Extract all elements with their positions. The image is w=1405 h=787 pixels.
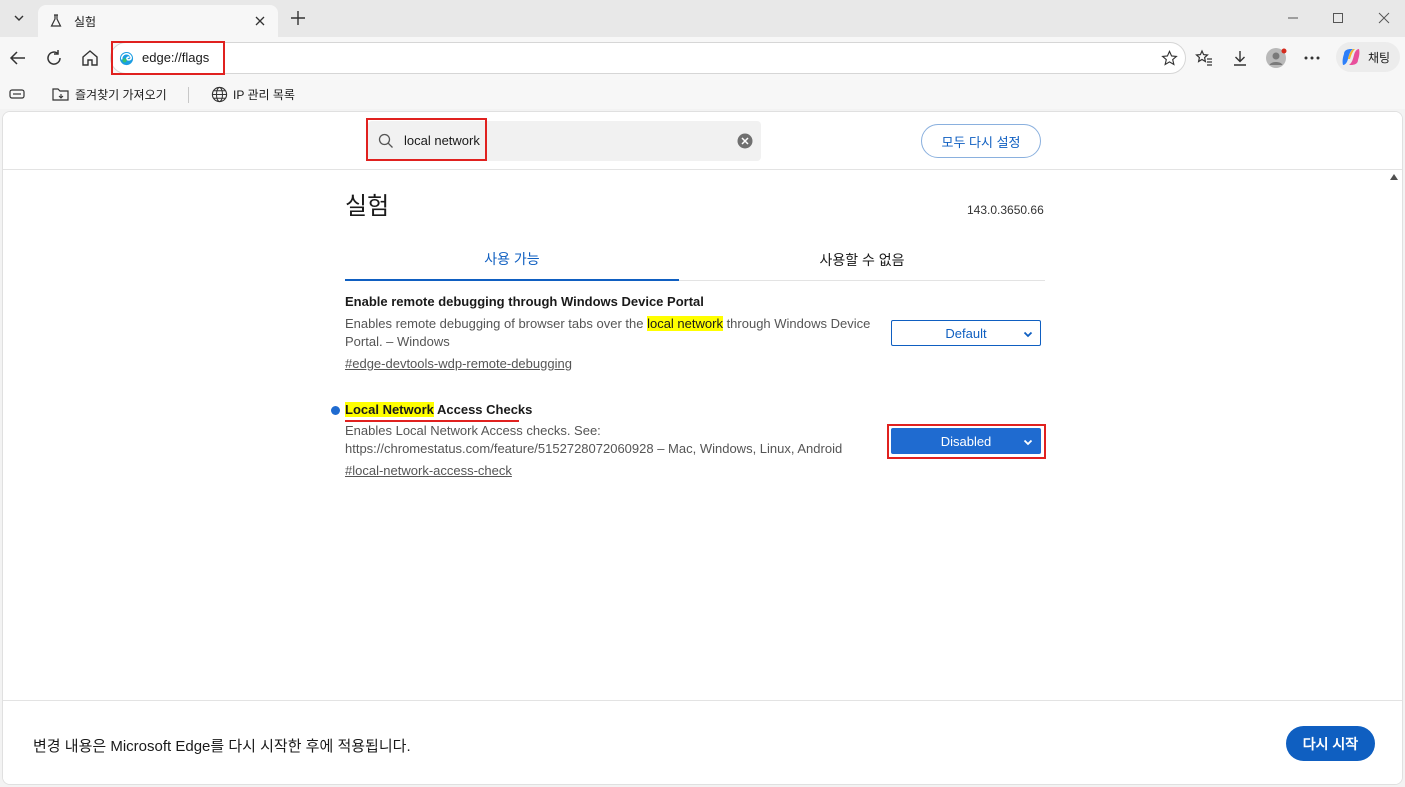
folder-import-icon xyxy=(52,85,70,103)
profile-avatar-icon[interactable] xyxy=(1262,44,1290,72)
address-bar-highlight-box xyxy=(111,41,225,75)
address-bar[interactable]: edge://flags xyxy=(110,42,1186,74)
page-title: 실험 xyxy=(345,193,390,220)
reset-all-button[interactable]: 모두 다시 설정 xyxy=(921,124,1041,158)
minimize-icon[interactable] xyxy=(1281,6,1305,30)
refresh-icon[interactable] xyxy=(40,44,68,72)
flag-description-text: Enables remote debugging of browser tabs… xyxy=(345,316,648,331)
tab-actions-icon[interactable] xyxy=(8,84,31,104)
more-options-icon[interactable] xyxy=(1298,44,1326,72)
new-tab-plus-icon[interactable] xyxy=(286,6,310,30)
tab-actions-chevron-icon[interactable] xyxy=(6,6,32,30)
chevron-down-icon xyxy=(1023,331,1033,338)
copilot-icon xyxy=(1342,49,1360,65)
home-icon[interactable] xyxy=(76,44,104,72)
restart-button[interactable]: 다시 시작 xyxy=(1286,726,1375,761)
clear-search-icon[interactable] xyxy=(737,133,753,149)
flag-description: Enables Local Network Access checks. See… xyxy=(345,423,843,456)
select-highlight-box xyxy=(887,424,1046,459)
tab-strip: 실험 xyxy=(0,0,1405,37)
restart-message: 변경 내용은 Microsoft Edge를 다시 시작한 후에 적용됩니다. xyxy=(33,738,411,755)
flag-state-select[interactable]: Default xyxy=(891,320,1041,346)
maximize-icon[interactable] xyxy=(1326,6,1350,30)
favorites-import-link[interactable]: 즐겨찾기 가져오기 xyxy=(52,84,167,104)
ip-list-label: IP 관리 목록 xyxy=(233,87,295,102)
restart-footer: 변경 내용은 Microsoft Edge를 다시 시작한 후에 적용됩니다. … xyxy=(3,700,1402,784)
favorites-separator xyxy=(188,87,189,103)
favorite-star-icon[interactable] xyxy=(1159,48,1179,68)
back-arrow-icon[interactable] xyxy=(4,44,32,72)
version-label: 143.0.3650.66 xyxy=(967,203,1044,217)
copilot-label: 채팅 xyxy=(1368,50,1391,65)
flag-item: Local Network Access Checks Enables Loca… xyxy=(331,401,1046,481)
flag-description: Enables remote debugging of browser tabs… xyxy=(345,315,885,351)
globe-icon xyxy=(210,85,228,103)
flag-title: Enable remote debugging through Windows … xyxy=(345,294,704,309)
flag-title-text: Access Checks xyxy=(433,402,533,417)
browser-tab[interactable]: 실험 xyxy=(38,5,278,37)
favorites-bar: 즐겨찾기 가져오기 IP 관리 목록 xyxy=(0,79,1405,109)
tab-available[interactable]: 사용 가능 xyxy=(345,238,679,281)
flag-anchor-link[interactable]: #local-network-access-check xyxy=(345,463,512,478)
copilot-chat-button[interactable]: 채팅 xyxy=(1336,42,1400,72)
download-icon[interactable] xyxy=(1226,44,1254,72)
flag-state-value: Default xyxy=(945,325,987,341)
favorites-icon[interactable] xyxy=(1190,44,1218,72)
tab-groups-icon xyxy=(8,85,26,103)
scroll-up-arrow-icon[interactable] xyxy=(1390,174,1398,180)
close-window-icon[interactable] xyxy=(1372,6,1396,30)
search-match-highlight: local network xyxy=(647,316,723,331)
favorites-import-label: 즐겨찾기 가져오기 xyxy=(75,87,167,102)
ip-list-link[interactable]: IP 관리 목록 xyxy=(210,84,295,104)
tab-unavailable[interactable]: 사용할 수 없음 xyxy=(695,238,1029,281)
flask-icon xyxy=(48,13,64,29)
search-header: local network 모두 다시 설정 xyxy=(3,112,1402,170)
flags-tabs: 사용 가능 사용할 수 없음 xyxy=(345,238,1045,281)
tab-title: 실험 xyxy=(74,14,97,29)
modified-indicator-dot xyxy=(331,406,340,415)
search-match-highlight: Local Network xyxy=(345,402,434,417)
close-tab-icon[interactable] xyxy=(252,13,268,29)
flag-anchor-link[interactable]: #edge-devtools-wdp-remote-debugging xyxy=(345,356,572,371)
search-highlight-box xyxy=(366,118,487,161)
flags-page: local network 모두 다시 설정 실험 143.0.3650.66 … xyxy=(2,111,1403,785)
flag-title: Local Network Access Checks xyxy=(345,401,1045,419)
flag-item: Enable remote debugging through Windows … xyxy=(345,293,1045,373)
